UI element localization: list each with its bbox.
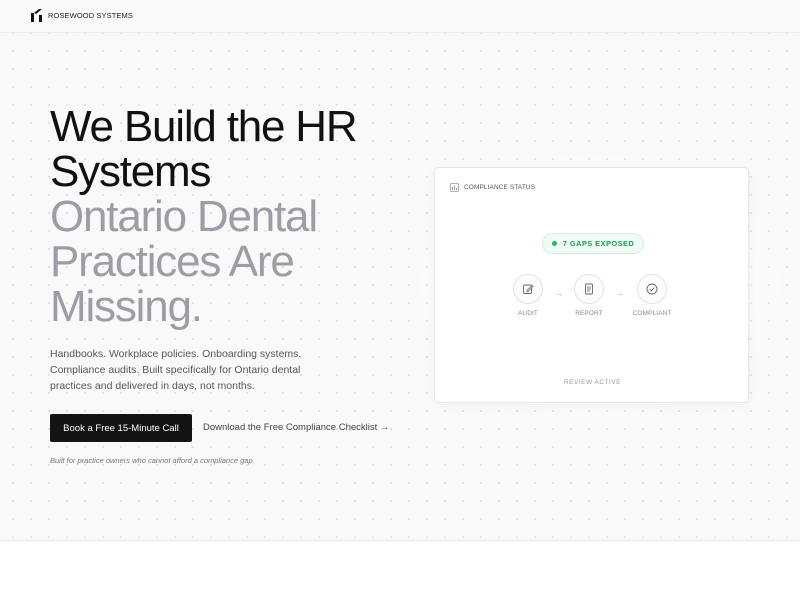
headline-line-2: Systems <box>50 147 211 196</box>
headline-line-1: We Build the HR <box>50 102 358 151</box>
edit-icon <box>523 284 534 294</box>
status-dot <box>551 241 557 246</box>
step-compliant-circle <box>637 274 667 304</box>
step-compliant: COMPLIANT <box>622 274 682 317</box>
download-checklist-link[interactable]: Download the Free Compliance Checklist → <box>203 422 389 433</box>
headline-line-3: Ontario Dental <box>50 192 318 241</box>
document-icon <box>585 283 593 295</box>
logo-icon <box>31 9 42 22</box>
brand-name: ROSEWOOD SYSTEMS <box>48 11 133 20</box>
bar-chart-icon <box>450 183 459 192</box>
card-title: COMPLIANCE STATUS <box>464 184 536 191</box>
step-compliant-label: COMPLIANT <box>632 310 672 317</box>
book-call-button[interactable]: Book a Free 15-Minute Call <box>50 414 192 442</box>
step-audit-label: AUDIT <box>518 310 538 317</box>
step-report-label: REPORT <box>575 310 603 317</box>
review-status: REVIEW ACTIVE <box>563 379 622 386</box>
headline-line-5: Missing. <box>50 282 203 331</box>
step-audit-circle <box>513 274 543 304</box>
step-report-circle <box>574 274 604 304</box>
top-navigation-bar: ROSEWOOD SYSTEMS <box>0 0 800 33</box>
card-header: COMPLIANCE STATUS <box>450 183 535 192</box>
step-report: REPORT <box>559 274 619 317</box>
hero-description: Handbooks. Workplace policies. Onboardin… <box>50 348 302 392</box>
gaps-badge: 7 GAPS EXPOSED <box>542 233 644 254</box>
gaps-badge-text: 7 GAPS EXPOSED <box>562 239 635 248</box>
audience-note: Built for practice owners who cannot aff… <box>50 456 255 465</box>
headline-line-4: Practices Are <box>50 237 295 286</box>
step-audit: AUDIT <box>498 274 558 317</box>
hero-headline: We Build the HR Systems Ontario Dental P… <box>50 104 430 329</box>
check-circle-icon <box>646 283 658 295</box>
compliance-status-card: COMPLIANCE STATUS 7 GAPS EXPOSED AUDIT →… <box>434 167 749 403</box>
brand-logo[interactable]: ROSEWOOD SYSTEMS <box>30 9 133 22</box>
